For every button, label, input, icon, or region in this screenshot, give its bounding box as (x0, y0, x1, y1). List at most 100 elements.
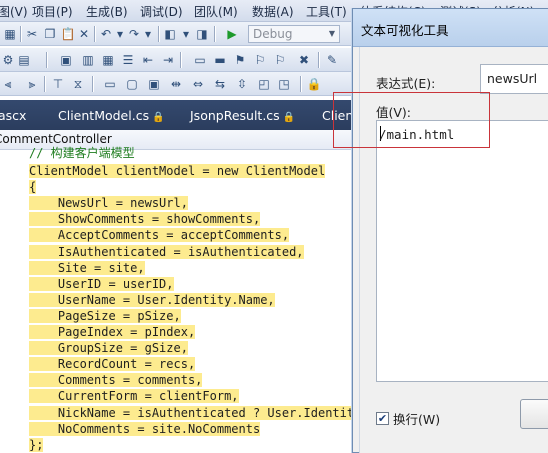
highlight-annotation (333, 92, 490, 148)
parameter-info-icon[interactable]: ▣ (58, 52, 74, 68)
insert-snippet-icon[interactable]: ✎ (324, 52, 340, 68)
dialog-titlebar[interactable]: 文本可视化工具 (353, 9, 548, 47)
save-all-icon[interactable]: ▦ (2, 26, 18, 42)
lock-controls-icon[interactable]: 🔒 (306, 76, 322, 92)
solution-configuration-combo[interactable]: Debug ▼ (248, 25, 340, 43)
navigate-forward-icon[interactable]: ◨ (194, 26, 210, 42)
code-text: { (29, 180, 37, 194)
tab-jsonpresult[interactable]: JsonpResult.cs 🔒 (190, 100, 295, 130)
decrease-spacing-icon[interactable]: ⇆ (212, 76, 228, 92)
delete-icon[interactable]: ✕ (76, 26, 92, 42)
value-textbox[interactable]: /main.html (376, 120, 548, 382)
menu-data[interactable]: 数据(A) (252, 3, 294, 20)
code-text: PageIndex = pIndex, (29, 325, 196, 339)
menu-build[interactable]: 生成(B) (86, 3, 128, 20)
code-text: CurrentForm = clientForm, (29, 389, 239, 403)
pin-icon[interactable]: 🔒 (283, 112, 295, 123)
code-line: PageIndex = pIndex, (29, 324, 196, 340)
code-text: GroupSize = gSize, (29, 341, 188, 355)
chevron-down-icon[interactable]: ▼ (325, 26, 339, 42)
code-line: AcceptComments = acceptComments, (29, 227, 290, 243)
clear-bookmarks-icon[interactable]: ✖ (296, 52, 312, 68)
cut-icon[interactable]: ✂ (24, 26, 40, 42)
dialog-title: 文本可视化工具 (361, 23, 449, 38)
code-line: Site = site, (29, 260, 145, 276)
make-same-height-icon[interactable]: ▢ (124, 76, 140, 92)
tab-label: JsonpResult.cs (190, 108, 280, 123)
menu-tools[interactable]: 工具(T) (306, 3, 347, 20)
code-text: ShowComments = showComments, (29, 212, 261, 226)
code-text: }; (29, 438, 44, 452)
word-wrap-label: 换行(W) (393, 412, 441, 427)
make-same-width-icon[interactable]: ▭ (102, 76, 118, 92)
align-tops-icon[interactable]: ⊤ (50, 76, 66, 92)
complete-word-icon[interactable]: ▦ (100, 52, 116, 68)
text-visualizer-dialog: 文本可视化工具 表达式(E): newsUrl 值(V): /main.html… (352, 8, 548, 453)
code-text: RecordCount = recs, (29, 357, 196, 371)
toolbar-separator (94, 26, 95, 42)
navigate-dropdown-icon[interactable]: ▾ (178, 26, 194, 42)
toggle-bookmark-icon[interactable]: ⚑ (232, 52, 248, 68)
code-text: NewsUrl = newsUrl, (29, 196, 188, 210)
code-line: PageSize = pSize, (29, 308, 181, 324)
indent-icon[interactable]: ⇥ (160, 52, 176, 68)
code-text: UserID = userID, (29, 277, 174, 291)
close-button[interactable] (520, 399, 548, 429)
code-line: NewsUrl = newsUrl, (29, 195, 188, 211)
word-wrap-option[interactable]: ✔ 换行(W) (376, 409, 440, 428)
tab-ascx[interactable]: ascx (0, 100, 26, 130)
uncomment-icon[interactable]: ▬ (212, 52, 228, 68)
menu-team[interactable]: 团队(M) (194, 3, 238, 20)
code-comment: // 构建客户端模型 (29, 146, 135, 160)
vertical-spacing-icon[interactable]: ⇳ (234, 76, 250, 92)
send-to-back-icon[interactable]: ◳ (276, 76, 292, 92)
code-line: UserID = userID, (29, 276, 174, 292)
expression-field[interactable]: newsUrl (480, 64, 548, 94)
pin-icon[interactable]: 🔒 (152, 112, 164, 123)
quick-info-icon[interactable]: ▥ (80, 52, 96, 68)
start-debugging-icon[interactable]: ▶ (224, 26, 240, 42)
navigate-backward-icon[interactable]: ◧ (162, 26, 178, 42)
tab-label: ClientModel.cs (58, 108, 150, 123)
properties-icon[interactable]: ⚙ (0, 52, 16, 68)
copy-icon[interactable]: ❐ (42, 26, 58, 42)
code-line: RecordCount = recs, (29, 356, 196, 372)
list-icon[interactable]: ☰ (120, 52, 136, 68)
tab-clientmodel[interactable]: ClientModel.cs 🔒 (58, 100, 165, 130)
member-list-icon[interactable]: ▤ (16, 52, 32, 68)
code-line: { (29, 179, 37, 195)
configuration-value: Debug (253, 27, 293, 41)
bring-to-front-icon[interactable]: ◰ (256, 76, 272, 92)
toolbar-separator (300, 76, 301, 92)
word-wrap-checkbox[interactable]: ✔ (376, 412, 389, 425)
toolbar-separator (214, 26, 215, 42)
code-text: NoComments = site.NoComments (29, 422, 261, 436)
redo-dropdown-icon[interactable]: ▾ (140, 26, 156, 42)
code-line: CurrentForm = clientForm, (29, 388, 239, 404)
next-bookmark-icon[interactable]: ⚐ (272, 52, 288, 68)
align-centers-icon[interactable]: ⫸ (24, 76, 40, 92)
increase-spacing-icon[interactable]: ⇔ (190, 76, 206, 92)
code-line: }; (29, 437, 44, 453)
horizontal-spacing-icon[interactable]: ⇹ (168, 76, 184, 92)
paste-icon[interactable]: 📋 (60, 26, 76, 42)
class-name: CommentController (0, 132, 112, 146)
expression-value: newsUrl (487, 71, 538, 86)
menu-view[interactable]: 视图(V) (0, 3, 28, 20)
code-text: AcceptComments = acceptComments, (29, 228, 290, 242)
align-middles-icon[interactable]: ⧖ (70, 76, 86, 92)
code-line: UserName = User.Identity.Name, (29, 292, 275, 308)
toolbar-separator (20, 26, 21, 42)
code-text: UserName = User.Identity.Name, (29, 293, 275, 307)
outdent-icon[interactable]: ⇤ (140, 52, 156, 68)
code-line: NoComments = site.NoComments (29, 421, 261, 437)
make-same-size-icon[interactable]: ▣ (146, 76, 162, 92)
code-text: Site = site, (29, 261, 145, 275)
previous-bookmark-icon[interactable]: ⚐ (252, 52, 268, 68)
menu-debug[interactable]: 调试(D) (140, 3, 183, 20)
code-line: Comments = comments, (29, 372, 203, 388)
align-lefts-icon[interactable]: ⫷ (0, 76, 16, 92)
toolbar-separator (92, 76, 93, 92)
menu-project[interactable]: 项目(P) (32, 3, 73, 20)
comment-out-icon[interactable]: ▭ (192, 52, 208, 68)
